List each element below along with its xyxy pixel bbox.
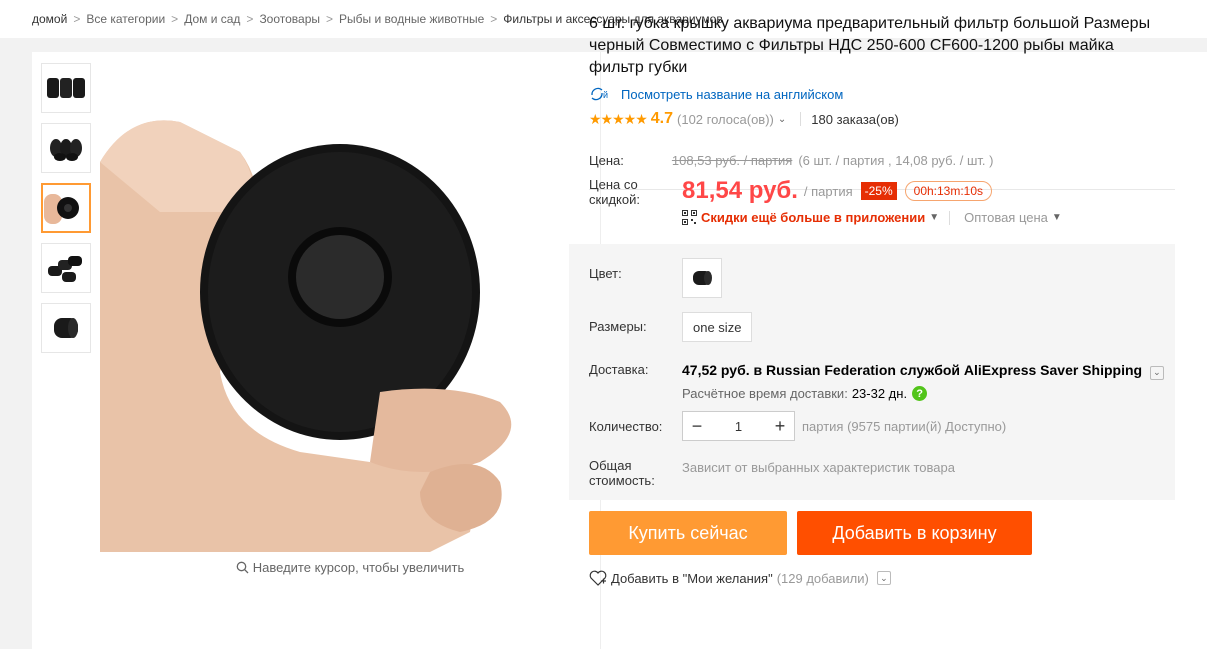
breadcrumb-pet-supplies[interactable]: Зоотовары — [259, 12, 320, 26]
product-title: 6 шт. губка крышку аквариума предварител… — [589, 15, 1151, 76]
increase-button[interactable]: + — [766, 412, 794, 440]
options-panel: Цвет: Размеры: one size Доставка: 47,52 … — [569, 244, 1175, 500]
shipping-price: 47,52 руб. — [682, 362, 750, 378]
discount-badge: -25% — [860, 182, 897, 200]
breadcrumb-fish[interactable]: Рыбы и водные животные — [339, 12, 484, 26]
wishlist-count: (129 добавили) — [776, 570, 869, 586]
quantity-label: Количество: — [589, 419, 663, 434]
app-discount-link[interactable]: Скидки ещё больше в приложении — [701, 210, 925, 225]
color-label: Цвет: — [589, 266, 622, 281]
add-to-cart-button[interactable]: Добавить в корзину — [797, 511, 1032, 555]
delivery-time: Расчётное время доставки: 23-32 дн. ? — [682, 386, 928, 401]
search-icon — [236, 561, 249, 574]
shipping-dropdown-icon[interactable]: ⌄ — [1149, 365, 1164, 380]
zoom-hint-text: Наведите курсор, чтобы увеличить — [252, 560, 465, 575]
breadcrumb-separator: > — [490, 12, 498, 26]
per-lot: / партия — [803, 183, 853, 199]
help-icon[interactable]: ? — [912, 386, 928, 401]
wholesale-price-link[interactable]: Оптовая цена — [964, 210, 1048, 225]
breadcrumb-home[interactable]: домой — [32, 12, 67, 26]
star-rating-icon: ★★★★★ — [589, 110, 648, 127]
total-label: Общая стоимость: — [589, 458, 655, 488]
old-price: 108,53 руб. / партия — [671, 153, 793, 168]
shipping-service: в Russian Federation службой AliExpress … — [749, 362, 1143, 378]
votes-count[interactable]: (102 голоса(ов)) — [677, 112, 774, 127]
caret-down-icon[interactable]: ▼ — [1052, 212, 1062, 223]
translate-link-text: Посмотреть название на английском — [621, 86, 844, 102]
rating-row: ★★★★★ 4.7 (102 голоса(ов)) ⌄ 180 заказа(… — [589, 110, 1175, 128]
divider — [949, 210, 951, 225]
quantity-stepper: − 1 + — [682, 411, 795, 441]
color-swatch[interactable] — [682, 258, 722, 298]
delivery-time-label: Расчётное время доставки: — [682, 386, 848, 401]
thumbnail-5[interactable] — [41, 303, 91, 353]
breadcrumb-separator: > — [326, 12, 334, 26]
app-discount-row: Скидки ещё больше в приложении ▼ Оптовая… — [682, 210, 1062, 225]
thumbnail-list — [41, 63, 91, 363]
discount-price-row: 81,54 руб. / партия -25% 00h:13m:10s — [682, 177, 993, 205]
thumbnail-4[interactable] — [41, 243, 91, 293]
price-label: Цена: — [589, 153, 624, 168]
delivery-label: Доставка: — [589, 362, 649, 377]
translate-icon: й — [591, 87, 608, 101]
decrease-button[interactable]: − — [683, 412, 711, 440]
main-product-image[interactable] — [100, 52, 600, 552]
rating-value: 4.7 — [650, 110, 674, 127]
divider — [800, 112, 802, 126]
shipping-info: 47,52 руб. в Russian Federation службой … — [682, 362, 1164, 380]
translate-link[interactable]: й Посмотреть название на английском — [589, 86, 1175, 102]
old-price-note: (6 шт. / партия , 14,08 руб. / шт. ) — [798, 153, 994, 168]
qr-code-icon — [682, 210, 697, 225]
breadcrumb-separator: > — [246, 12, 254, 26]
breadcrumb-home-garden[interactable]: Дом и сад — [184, 12, 240, 26]
countdown-timer: 00h:13m:10s — [904, 181, 993, 201]
thumbnail-2[interactable] — [41, 123, 91, 173]
buy-now-button[interactable]: Купить сейчас — [589, 511, 787, 555]
svg-text:й: й — [603, 90, 608, 100]
zoom-hint: Наведите курсор, чтобы увеличить — [100, 560, 600, 575]
quantity-available: партия (9575 партии(й) Доступно) — [802, 419, 1007, 434]
breadcrumb-separator: > — [73, 12, 81, 26]
size-option-button[interactable]: one size — [682, 312, 753, 342]
thumbnail-1[interactable] — [41, 63, 91, 113]
size-label: Размеры: — [589, 319, 647, 334]
delivery-days: 23-32 дн. — [851, 386, 908, 401]
total-note: Зависит от выбранных характеристик товар… — [682, 460, 955, 475]
caret-down-icon[interactable]: ▼ — [929, 212, 939, 223]
chevron-down-icon[interactable]: ⌄ — [876, 571, 891, 585]
discount-price: 81,54 руб. — [682, 177, 798, 204]
orders-count: 180 заказа(ов) — [811, 111, 899, 127]
old-price-row: Цена: 108,53 руб. / партия (6 шт. / парт… — [589, 153, 1175, 168]
chevron-down-icon[interactable]: ⌄ — [778, 114, 786, 125]
breadcrumb-separator: > — [171, 12, 179, 26]
product-info: 6 шт. губка крышку аквариума предварител… — [589, 13, 1175, 128]
price-block: Цена: 108,53 руб. / партия (6 шт. / парт… — [589, 153, 1175, 225]
heart-icon — [589, 570, 607, 586]
thumbnail-3-selected[interactable] — [41, 183, 91, 233]
discount-price-label: Цена со скидкой: — [589, 177, 640, 207]
wishlist-row[interactable]: Добавить в "Мои желания" (129 добавили) … — [589, 570, 891, 586]
quantity-input[interactable]: 1 — [711, 419, 766, 434]
wishlist-label: Добавить в "Мои желания" — [611, 570, 773, 586]
breadcrumb-all-categories[interactable]: Все категории — [86, 12, 165, 26]
